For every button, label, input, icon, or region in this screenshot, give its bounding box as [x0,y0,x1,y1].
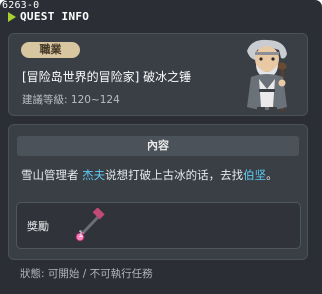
ice-hammer-icon[interactable] [71,208,105,244]
reward-label: 獎勵 [27,220,49,233]
quest-level-label: 建議等級: [22,94,68,106]
content-text-middle: 说想打破上古冰的话，去找 [105,168,244,182]
npc-name-link[interactable]: 杰夫 [82,168,105,182]
reward-box: 獎勵 1 [16,202,301,249]
quest-status: 狀態: 可開始 / 不可執行任務 [20,268,153,280]
quest-level: 建議等級: 120~124 [22,92,120,107]
quest-info-window: 6263-0 QUEST INFO 職業 [冒险岛世界的冒险家] 破冰之锤 建議… [0,0,322,294]
window-title: QUEST INFO [20,10,90,23]
content-text-prefix: 雪山管理者 [21,168,83,182]
quest-name: [冒险岛世界的冒险家] 破冰之锤 [22,70,192,84]
content-text-suffix: 。 [266,168,278,182]
target-npc-link[interactable]: 伯坚 [243,168,266,182]
title-arrow-icon [8,11,16,22]
npc-portrait-icon [247,39,287,113]
content-header: 內容 [17,136,299,156]
reward-quantity: 1 [78,230,84,240]
quest-category-badge: 職業 [21,42,80,58]
quest-content-panel: 內容 雪山管理者 杰夫说想打破上古冰的话，去找伯坚。 獎勵 1 [8,124,308,260]
content-text: 雪山管理者 杰夫说想打破上古冰的话，去找伯坚。 [21,167,278,183]
quest-level-range: 120~124 [70,94,120,106]
title-bar: QUEST INFO [8,10,89,23]
quest-summary-panel: 職業 [冒险岛世界的冒险家] 破冰之锤 建議等級: 120~124 [8,33,308,116]
